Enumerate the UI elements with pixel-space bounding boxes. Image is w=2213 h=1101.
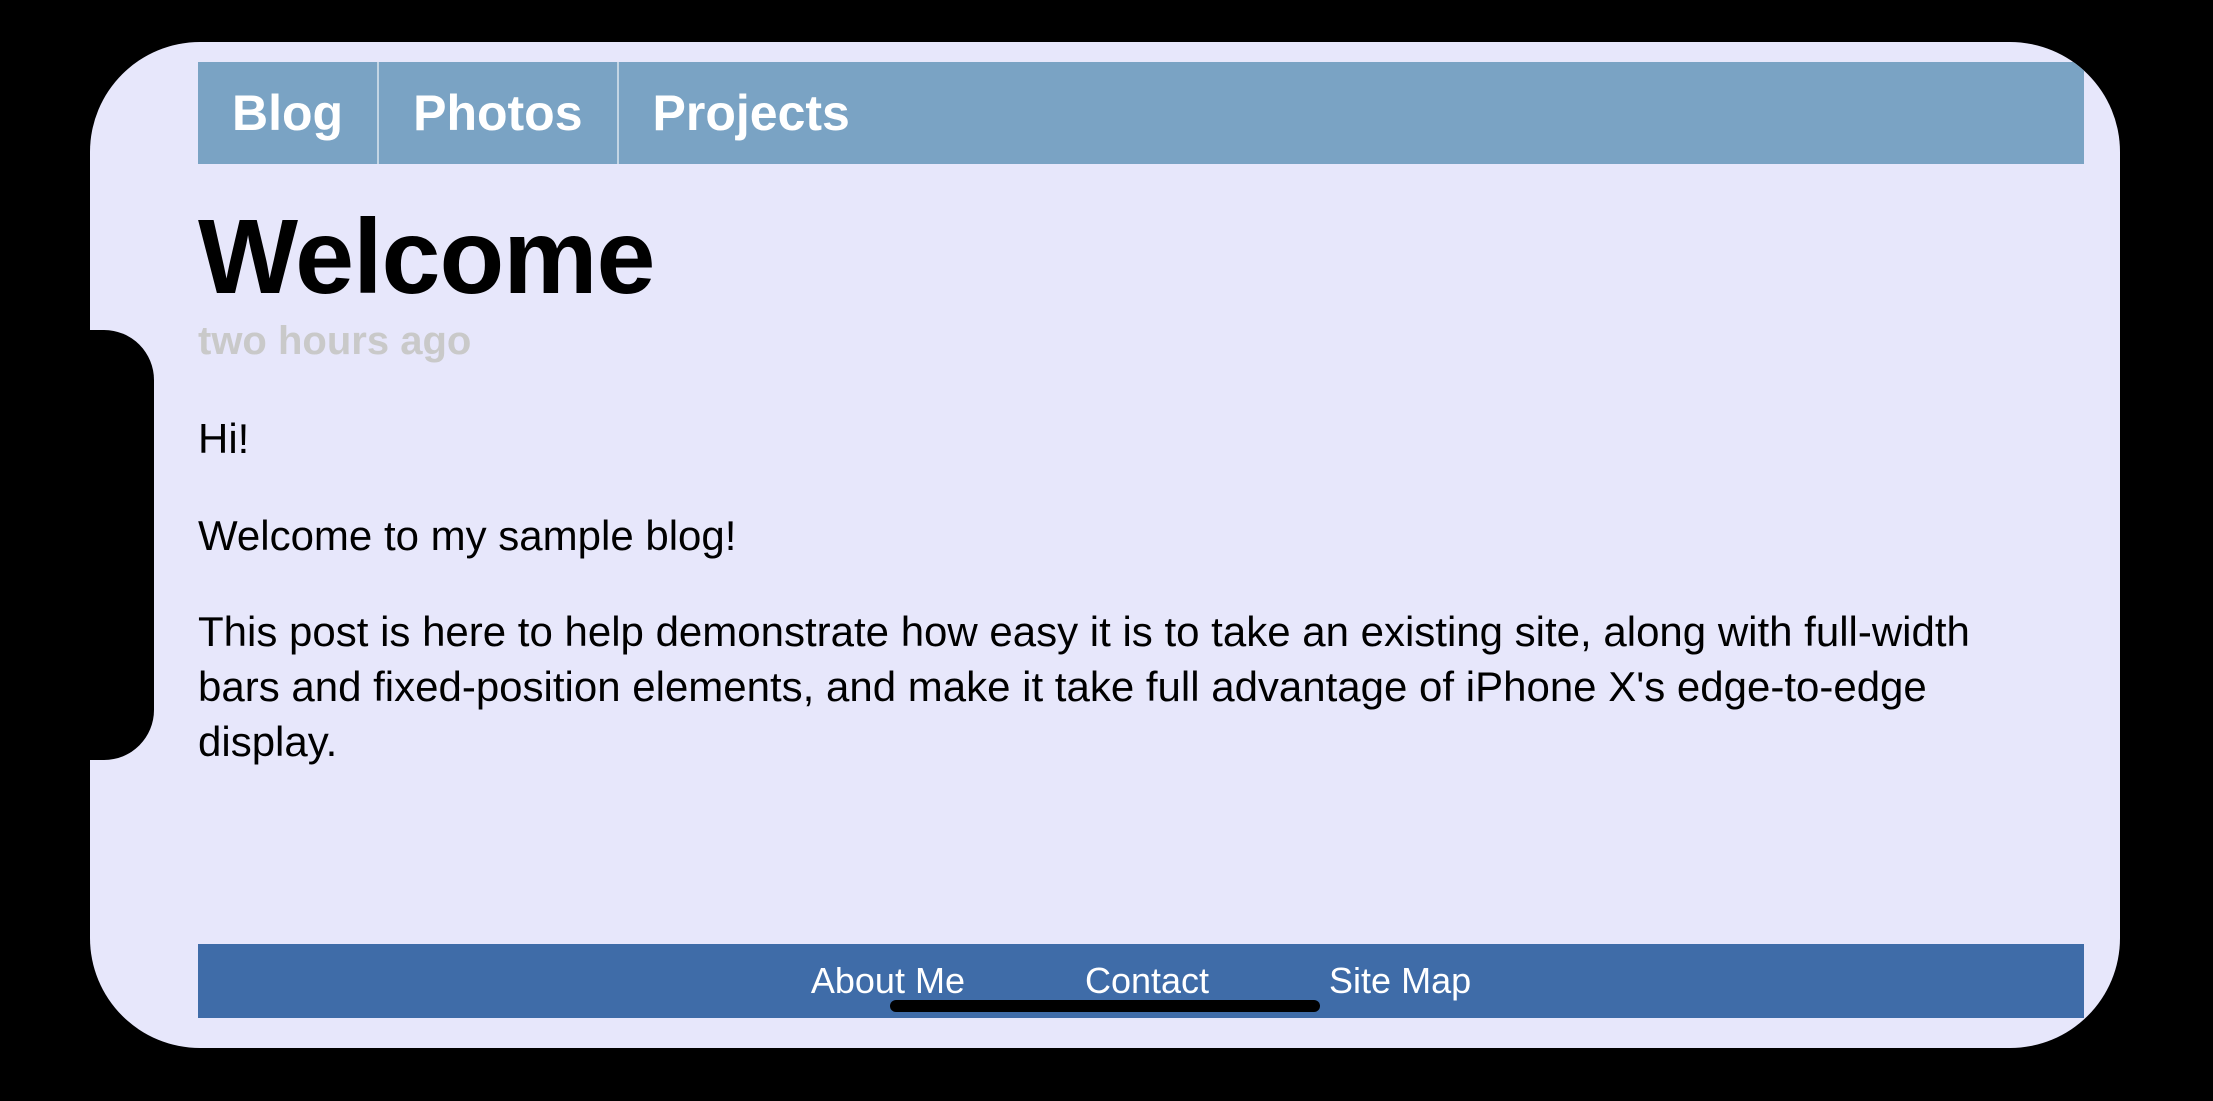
nav-tab-label: Photos <box>413 84 582 142</box>
side-button-top <box>420 4 620 16</box>
phone-screen: Blog Photos Projects Welcome two hours a… <box>90 42 2120 1048</box>
phone-frame: Blog Photos Projects Welcome two hours a… <box>30 10 2180 1080</box>
nav-tab-photos[interactable]: Photos <box>379 62 618 164</box>
sensor-notch <box>90 330 154 760</box>
post-body: Hi! Welcome to my sample blog! This post… <box>198 412 1980 769</box>
home-indicator[interactable] <box>890 1000 1320 1012</box>
post-content: Welcome two hours ago Hi! Welcome to my … <box>198 202 1980 1048</box>
post-paragraph: Hi! <box>198 412 1980 467</box>
post-title: Welcome <box>198 202 1980 313</box>
nav-tab-projects[interactable]: Projects <box>619 62 884 164</box>
nav-tab-label: Projects <box>653 84 850 142</box>
nav-tab-label: Blog <box>232 84 343 142</box>
post-paragraph: Welcome to my sample blog! <box>198 509 1980 564</box>
nav-tab-blog[interactable]: Blog <box>198 62 379 164</box>
footer-link-contact[interactable]: Contact <box>1085 960 1209 1002</box>
footer-link-about[interactable]: About Me <box>811 960 965 1002</box>
post-paragraph: This post is here to help demonstrate ho… <box>198 605 1980 769</box>
post-timestamp: two hours ago <box>198 319 1980 364</box>
side-button-bottom-1 <box>280 1075 400 1085</box>
footer-link-sitemap[interactable]: Site Map <box>1329 960 1471 1002</box>
top-nav-bar: Blog Photos Projects <box>198 62 2084 164</box>
side-button-bottom-2 <box>460 1075 640 1085</box>
